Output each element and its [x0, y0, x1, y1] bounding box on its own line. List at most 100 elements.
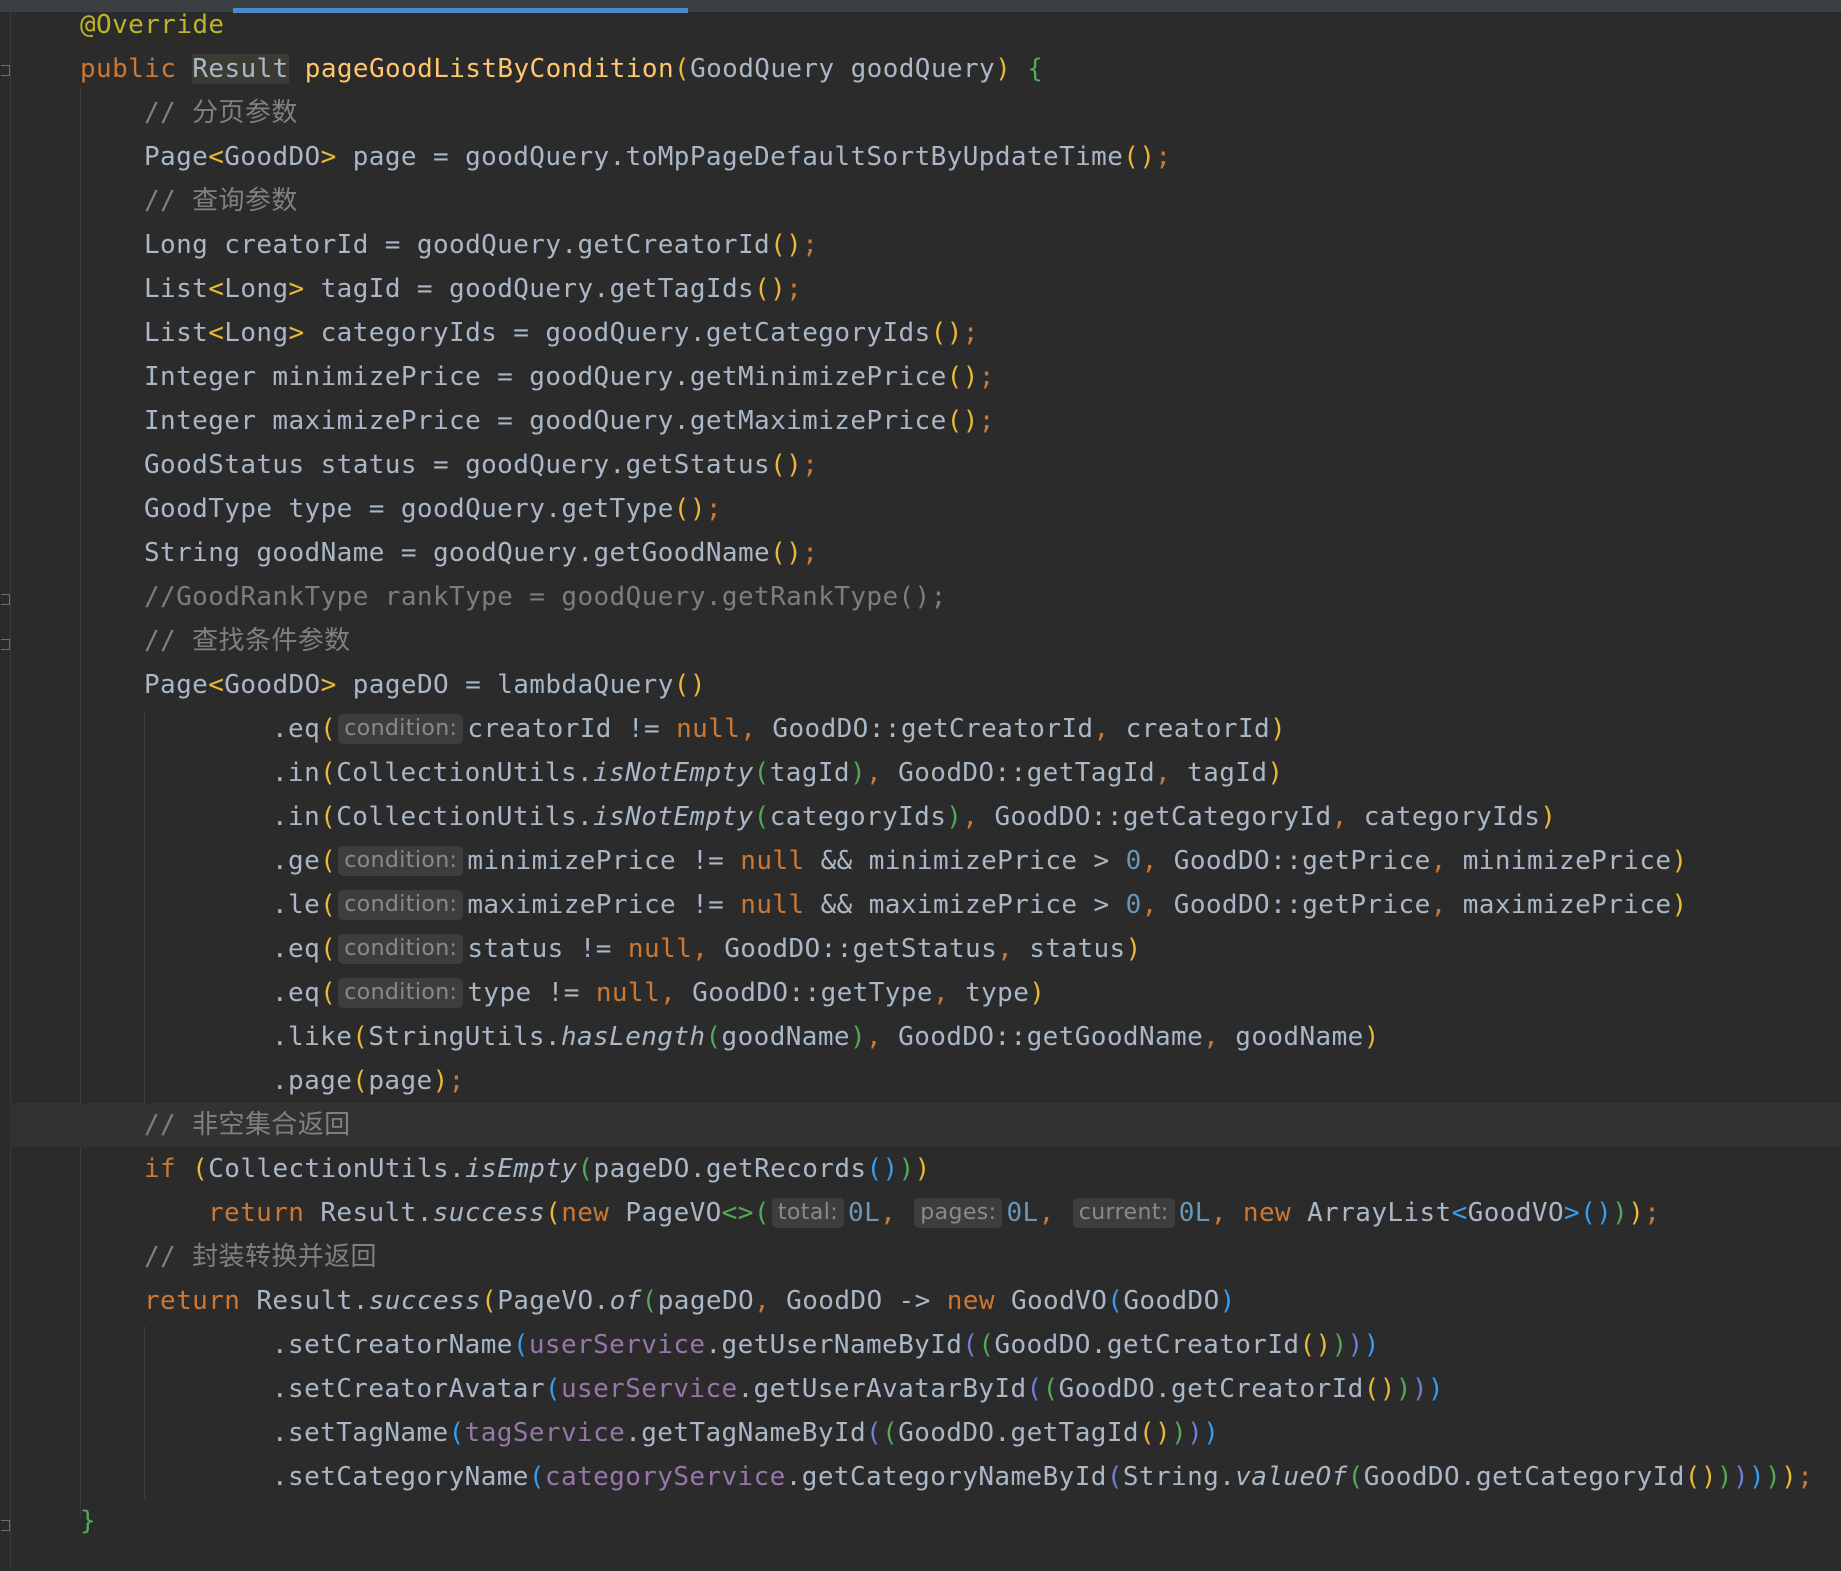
code-token: ( [320, 978, 337, 1008]
code-line[interactable]: Page<GoodDO> page = goodQuery.toMpPageDe… [144, 135, 1171, 179]
code-token: // 非空集合返回 [144, 1110, 351, 1140]
code-token: ) [1628, 1198, 1645, 1228]
code-line[interactable]: // 查找条件参数 [144, 619, 351, 663]
code-token: 0L [848, 1198, 881, 1228]
fold-marker-icon[interactable] [1, 639, 10, 650]
code-line[interactable]: GoodType type = goodQuery.getType(); [144, 487, 722, 531]
code-line[interactable]: Page<GoodDO> pageDO = lambdaQuery() [144, 663, 706, 707]
code-line[interactable]: @Override [80, 3, 224, 47]
code-token: , [866, 758, 899, 788]
code-line[interactable]: .in(CollectionUtils.isNotEmpty(tagId), G… [272, 751, 1283, 795]
code-token: , [754, 1286, 787, 1316]
code-token: null [676, 714, 741, 744]
code-token: ; [802, 538, 819, 568]
code-token: ( [962, 1330, 979, 1360]
code-line[interactable]: .like(StringUtils.hasLength(goodName), G… [272, 1015, 1380, 1059]
code-token: ArrayList [1307, 1198, 1452, 1228]
code-line[interactable]: Long creatorId = goodQuery.getCreatorId(… [144, 223, 818, 267]
code-token: ; [802, 230, 819, 260]
code-token: String goodName = goodQuery.getGoodName [144, 538, 771, 568]
code-line[interactable]: // 封装转换并返回 [144, 1235, 377, 1279]
code-token: GoodDO [224, 142, 321, 172]
code-editor[interactable]: @Override public Result pageGoodListByCon… [0, 0, 1841, 1571]
code-token: ( [753, 1198, 770, 1228]
code-token: page = goodQuery.toMpPageDefaultSortByUp… [336, 142, 1124, 172]
code-token: ) [1765, 1462, 1782, 1492]
code-token: ) [914, 1154, 931, 1184]
code-token: ) [1219, 1286, 1236, 1316]
code-line[interactable]: .eq(condition: creatorId != null, GoodDO:… [272, 707, 1286, 751]
code-token: ) [1029, 978, 1046, 1008]
code-line[interactable]: .ge(condition: minimizePrice != null && m… [272, 839, 1688, 883]
code-token: CollectionUtils. [336, 802, 594, 832]
code-line[interactable]: .le(condition: maximizePrice != null && m… [272, 883, 1688, 927]
code-token: Page [144, 670, 209, 700]
code-token: // 查找条件参数 [144, 626, 351, 656]
code-line[interactable]: .eq(condition: type != null, GoodDO::getT… [272, 971, 1045, 1015]
code-line[interactable]: } [80, 1499, 96, 1543]
code-token: CollectionUtils. [336, 758, 594, 788]
code-line[interactable]: //GoodRankType rankType = goodQuery.getR… [144, 575, 947, 619]
fold-marker-icon[interactable] [1, 65, 10, 76]
code-token: if [144, 1154, 193, 1184]
code-token: ; [1797, 1462, 1814, 1492]
code-token: .getCategoryNameById [785, 1462, 1107, 1492]
code-line[interactable]: .setTagName(tagService.getTagNameById((G… [272, 1411, 1219, 1455]
code-token: ) [1363, 1330, 1380, 1360]
code-token: () [1299, 1330, 1332, 1360]
code-line[interactable]: return Result.success(new PageVO<>(total… [208, 1191, 1660, 1235]
code-token: .setCreatorAvatar [272, 1374, 545, 1404]
code-token: ( [1042, 1374, 1059, 1404]
code-token: Result. [256, 1286, 369, 1316]
code-line[interactable]: // 查询参数 [144, 179, 298, 223]
code-line[interactable]: .page(page); [272, 1059, 465, 1103]
code-line[interactable]: if (CollectionUtils.isEmpty(pageDO.getRe… [144, 1147, 931, 1191]
code-token: , [1430, 846, 1463, 876]
code-token: // 封装转换并返回 [144, 1242, 377, 1272]
indent-guide [144, 712, 145, 1106]
code-token: ; [448, 1066, 465, 1096]
parameter-hint: total: [771, 1198, 845, 1228]
code-line[interactable]: .setCategoryName(categoryService.getCate… [272, 1455, 1813, 1499]
code-token: .in [272, 802, 321, 832]
code-token: isNotEmpty [593, 758, 754, 788]
code-line[interactable]: .setCreatorName(userService.getUserNameB… [272, 1323, 1380, 1367]
code-token: goodName [1235, 1022, 1364, 1052]
code-token: @Override [80, 10, 225, 40]
code-token: < [208, 274, 225, 304]
code-token: ) [1749, 1462, 1766, 1492]
code-line[interactable]: Integer minimizePrice = goodQuery.getMin… [144, 355, 995, 399]
code-token: ) [1347, 1330, 1364, 1360]
code-line[interactable]: // 非空集合返回 [144, 1103, 351, 1147]
editor-gutter[interactable] [0, 12, 11, 1571]
code-token: ( [1347, 1462, 1364, 1492]
code-line[interactable]: List<Long> categoryIds = goodQuery.getCa… [144, 311, 979, 355]
code-line[interactable]: return Result.success(PageVO.of(pageDO, … [144, 1279, 1236, 1323]
code-line[interactable]: .in(CollectionUtils.isNotEmpty(categoryI… [272, 795, 1556, 839]
code-line[interactable]: Integer maximizePrice = goodQuery.getMax… [144, 399, 995, 443]
code-token: ) [1716, 1462, 1733, 1492]
code-token: , [740, 714, 773, 744]
code-line[interactable]: String goodName = goodQuery.getGoodName(… [144, 531, 818, 575]
code-line[interactable]: List<Long> tagId = goodQuery.getTagIds()… [144, 267, 802, 311]
active-tab-indicator[interactable] [233, 8, 688, 13]
fold-marker-icon[interactable] [1, 1520, 10, 1531]
code-token: page [368, 1066, 433, 1096]
code-token: ) [1732, 1462, 1749, 1492]
code-line[interactable]: .eq(condition: status != null, GoodDO::ge… [272, 927, 1142, 971]
code-token: of [609, 1286, 642, 1316]
code-line[interactable]: GoodStatus status = goodQuery.getStatus(… [144, 443, 818, 487]
code-token: GoodVO [1467, 1198, 1564, 1228]
code-line[interactable]: .setCreatorAvatar(userService.getUserAva… [272, 1367, 1444, 1411]
code-token: Integer maximizePrice = goodQuery.getMax… [144, 406, 947, 436]
code-token: .eq [272, 714, 321, 744]
code-line[interactable]: // 分页参数 [144, 91, 298, 135]
code-token: List [144, 318, 209, 348]
code-token: { [1027, 54, 1044, 84]
fold-marker-icon[interactable] [1, 594, 10, 605]
code-token: ) [1671, 846, 1688, 876]
code-token: success [432, 1198, 546, 1228]
code-line[interactable]: public Result pageGoodListByCondition(Go… [80, 47, 1043, 91]
code-token: List [144, 274, 209, 304]
